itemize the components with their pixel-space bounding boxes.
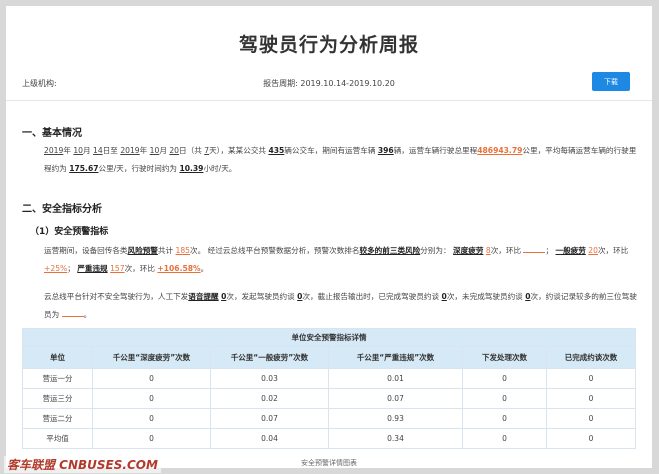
download-button[interactable]: 下载	[592, 72, 630, 91]
table-cell: 平均值	[22, 428, 93, 449]
table-cell: 营运三分	[22, 388, 93, 409]
table-cell: 0.04	[210, 428, 329, 449]
report-period: 报告周期: 2019.10.14-2019.10.20	[6, 78, 652, 89]
table-cell: 0	[92, 368, 211, 389]
period-value: 2019.10.14-2019.10.20	[300, 79, 395, 88]
basic-info-paragraph: 2019年 10月 14日至 2019年 10月 20日（共 7天），某某公交共…	[44, 146, 637, 173]
table-cell: 0	[462, 368, 547, 389]
col-header: 下发处理次数	[462, 346, 547, 369]
section-heading-safety: 二、安全指标分析	[22, 204, 102, 215]
period-label: 报告周期:	[263, 79, 298, 88]
col-header: 千公里“深度疲劳”次数	[92, 346, 211, 369]
warning-paragraph: 运营期间，设备回传各类风险预警共计 185次。 经过云总线平台预警数据分析，预警…	[44, 245, 629, 273]
section-heading-basic: 一、基本情况	[22, 128, 82, 139]
table-cell: 0	[92, 408, 211, 429]
unit-warning-table: 单位安全预警指标详情 单位 千公里“深度疲劳”次数 千公里“一般疲劳”次数 千公…	[22, 328, 636, 449]
watermark-logo: 客车联盟 CNBUSES.COM	[4, 456, 161, 473]
blank-drivers	[61, 309, 84, 317]
col-header: 千公里“严重违规”次数	[328, 346, 463, 369]
table-cell: 0	[462, 428, 547, 449]
col-header: 单位	[22, 346, 93, 369]
table-cell: 0	[92, 428, 211, 449]
table-row: 营运二分 0 0.07 0.93 0 0	[22, 408, 636, 429]
table-cell: 0.01	[328, 368, 463, 389]
table-cell: 0	[462, 408, 547, 429]
subsection-heading-warning: （1）安全预警指标	[30, 227, 109, 237]
col-header: 已完成约谈次数	[546, 346, 636, 369]
intervention-paragraph: 云总线平台针对不安全驾驶行为，人工下发语音提醒 0次，发起驾驶员约谈 0次，截止…	[44, 292, 637, 319]
table-cell: 0.93	[328, 408, 463, 429]
table-cell: 0	[546, 388, 636, 409]
table-cell: 0.07	[210, 408, 329, 429]
table-cell: 营运一分	[22, 368, 93, 389]
page-title: 驾驶员行为分析周报	[238, 34, 419, 56]
table-cell: 0.02	[210, 388, 329, 409]
table-cell: 0	[546, 408, 636, 429]
table-row: 平均值 0 0.04 0.34 0 0	[22, 428, 636, 449]
table-cell: 0.03	[210, 368, 329, 389]
table-row: 营运三分 0 0.02 0.07 0 0	[22, 388, 636, 409]
header-divider	[6, 100, 652, 101]
table-cell: 营运二分	[22, 408, 93, 429]
table-cell: 0	[462, 388, 547, 409]
table-cell: 0	[546, 428, 636, 449]
table-cell: 0.07	[328, 388, 463, 409]
col-header: 千公里“一般疲劳”次数	[210, 346, 329, 369]
table-cell: 0	[92, 388, 211, 409]
table-cell: 0	[546, 368, 636, 389]
table-caption: 单位安全预警指标详情	[22, 328, 636, 347]
table-row: 营运一分 0 0.03 0.01 0 0	[22, 368, 636, 389]
table-cell: 0.34	[328, 428, 463, 449]
blank-ratio	[523, 245, 546, 253]
report-page: 驾驶员行为分析周报 上级机构: 报告周期: 2019.10.14-2019.10…	[6, 6, 652, 468]
